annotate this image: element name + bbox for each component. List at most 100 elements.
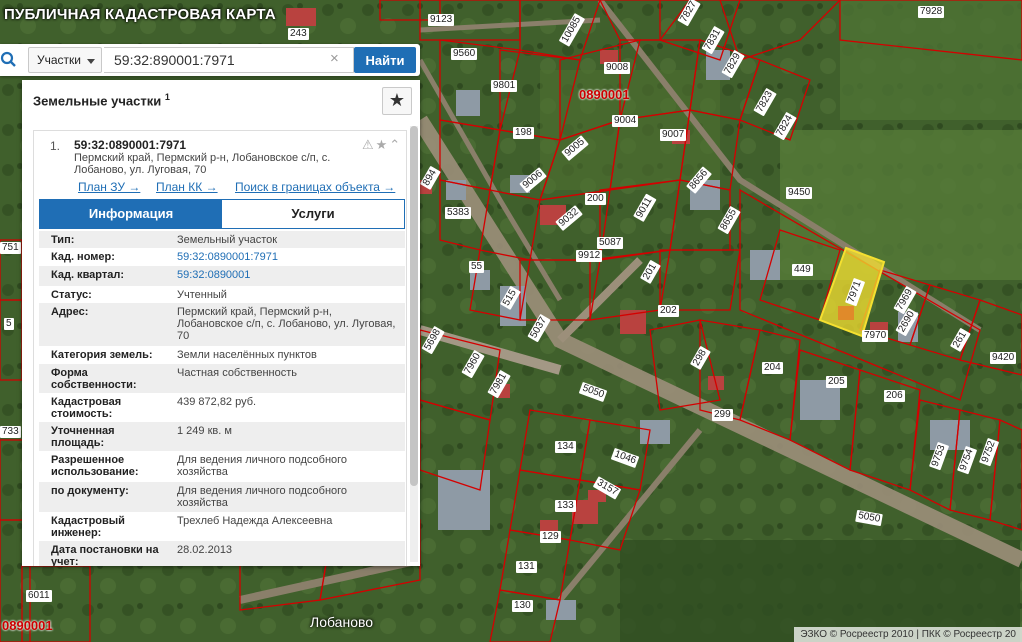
result-count: 1 [164, 92, 170, 102]
plot-label[interactable]: 733 [0, 426, 21, 438]
panel-title: Земельные участки 1 [33, 92, 170, 108]
panel-title-text: Земельные участки [33, 93, 162, 109]
plot-label[interactable]: 7970 [862, 330, 889, 342]
search-icon[interactable] [0, 50, 20, 70]
plot-label[interactable]: 9560 [451, 48, 478, 60]
property-row: Категория земель: Земли населённых пункт… [39, 346, 405, 364]
search-type-select[interactable]: Участки [28, 47, 102, 73]
favorites-button[interactable]: ★ [382, 87, 412, 115]
plot-label[interactable]: 449 [792, 264, 813, 276]
quarter-link[interactable]: 59:32:0890001 [177, 269, 399, 281]
property-value: Пермский край, Пермский р-н, Лобановское… [177, 306, 396, 342]
property-key: по документу: [51, 485, 129, 497]
quarter-label: 0890001 [579, 87, 630, 102]
plot-label[interactable]: 9912 [576, 250, 603, 262]
town-label: Лобаново [310, 614, 374, 630]
plot-label[interactable]: 200 [585, 193, 606, 205]
property-value: 439 872,82 руб. [177, 396, 257, 408]
plot-label[interactable]: 130 [512, 600, 533, 612]
search-bar: Участки × Найти [0, 44, 420, 76]
result-index: 1. [50, 139, 61, 153]
plot-label[interactable]: 198 [513, 127, 534, 139]
property-row: Статус: Учтенный [39, 286, 405, 303]
search-in-bounds-link[interactable]: Поиск в границах объекта → [235, 180, 395, 194]
plot-label[interactable]: 134 [555, 441, 576, 453]
plot-label[interactable]: 5383 [445, 207, 472, 219]
property-key: Форма собственности: [51, 367, 137, 391]
plot-label[interactable]: 9420 [990, 352, 1017, 364]
search-type-label: Участки [37, 53, 81, 67]
map-attribution: ЭЗКО © Росреестр 2010 | ПКК © Росреестр … [794, 627, 1022, 642]
property-value: 28.02.2013 [177, 544, 233, 556]
plot-label[interactable]: 751 [0, 242, 21, 254]
find-button[interactable]: Найти [354, 47, 416, 73]
property-value: Учтенный [177, 289, 227, 301]
property-key: Уточненная площадь: [51, 425, 115, 449]
property-row: Кадастровый инженер: Трехлеб Надежда Але… [39, 512, 405, 541]
property-key: Кад. номер: [51, 251, 115, 263]
property-row: Дата постановки на учет: 28.02.2013 [39, 541, 405, 566]
quarter-label: 0890001 [2, 618, 53, 633]
property-value: Для ведения личного подсобного хозяйства [177, 454, 348, 478]
plot-label[interactable]: 9007 [660, 129, 687, 141]
result-address: Пермский край, Пермский р-н, Лобановское… [74, 152, 331, 176]
plot-label[interactable]: 204 [762, 362, 783, 374]
plot-label[interactable]: 55 [469, 261, 485, 273]
property-value: Трехлеб Надежда Алексеевна [177, 515, 333, 527]
panel-scrollbar[interactable] [410, 126, 418, 562]
property-key: Разрешенное использование: [51, 454, 139, 478]
plot-label[interactable]: 129 [540, 531, 561, 543]
property-key: Категория земель: [51, 349, 153, 361]
app-title: ПУБЛИЧНАЯ КАДАСТРОВАЯ КАРТА [4, 6, 276, 23]
property-row: по документу: Для ведения личного подсоб… [39, 482, 405, 512]
plot-label[interactable]: 299 [712, 409, 733, 421]
plot-label[interactable]: 206 [884, 390, 905, 402]
property-value: 1 249 кв. м [177, 425, 232, 437]
plot-label[interactable]: 9004 [612, 115, 639, 127]
property-row: Тип: Земельный участок [39, 231, 405, 248]
property-key: Кад. квартал: [51, 269, 125, 281]
property-row: Разрешенное использование: Для ведения л… [39, 451, 405, 482]
plot-label[interactable]: 243 [288, 28, 309, 40]
property-row: Кад. номер: 59:32:0890001:7971 [39, 248, 405, 266]
property-value: Частная собственность [177, 367, 298, 379]
tab-information[interactable]: Информация [40, 200, 222, 228]
plot-label[interactable]: 9123 [428, 14, 455, 26]
results-panel: Земельные участки 1 ★ 1. 59:32:0890001:7… [22, 80, 420, 566]
tab-bar: Информация Услуги [39, 199, 405, 229]
result-cadnum[interactable]: 59:32:0890001:7971 [74, 138, 186, 152]
property-key: Кадастровая стоимость: [51, 396, 122, 420]
plan-zu-link[interactable]: План ЗУ → [78, 180, 140, 194]
plot-label[interactable]: 9450 [786, 187, 813, 199]
property-row: Адрес: Пермский край, Пермский р-н, Лоба… [39, 303, 405, 346]
property-key: Адрес: [51, 306, 89, 318]
plot-label[interactable]: 5087 [597, 237, 624, 249]
scrollbar-thumb[interactable] [410, 126, 418, 486]
property-key: Тип: [51, 234, 75, 246]
property-row: Кад. квартал: 59:32:0890001 [39, 266, 405, 286]
tab-services[interactable]: Услуги [222, 200, 404, 228]
plot-label[interactable]: 202 [658, 305, 679, 317]
plot-label[interactable]: 7928 [918, 6, 945, 18]
cadnum-link[interactable]: 59:32:0890001:7971 [177, 251, 399, 263]
property-row: Кадастровая стоимость: 439 872,82 руб. [39, 393, 405, 422]
plot-label[interactable]: 131 [516, 561, 537, 573]
plan-kk-link[interactable]: План КК → [156, 180, 218, 194]
search-input[interactable] [104, 47, 354, 73]
clear-icon[interactable]: × [330, 51, 339, 66]
plot-label[interactable]: 133 [555, 500, 576, 512]
property-key: Статус: [51, 289, 92, 301]
property-key: Кадастровый инженер: [51, 515, 125, 539]
chevron-down-icon [87, 59, 95, 64]
plot-label[interactable]: 9008 [604, 62, 631, 74]
result-card: 1. 59:32:0890001:7971 Пермский край, Пер… [33, 130, 407, 566]
property-value: Земельный участок [177, 234, 278, 246]
star-icon: ★ [388, 90, 406, 110]
plot-label[interactable]: 205 [826, 376, 847, 388]
plot-label[interactable]: 9801 [491, 80, 518, 92]
property-value: Земли населённых пунктов [177, 349, 317, 361]
property-row: Форма собственности: Частная собственнос… [39, 364, 405, 393]
plot-label[interactable]: 5 [4, 318, 14, 330]
result-action-icons[interactable]: ⚠★⌃ [362, 137, 402, 153]
plot-label[interactable]: 6011 [26, 590, 52, 602]
